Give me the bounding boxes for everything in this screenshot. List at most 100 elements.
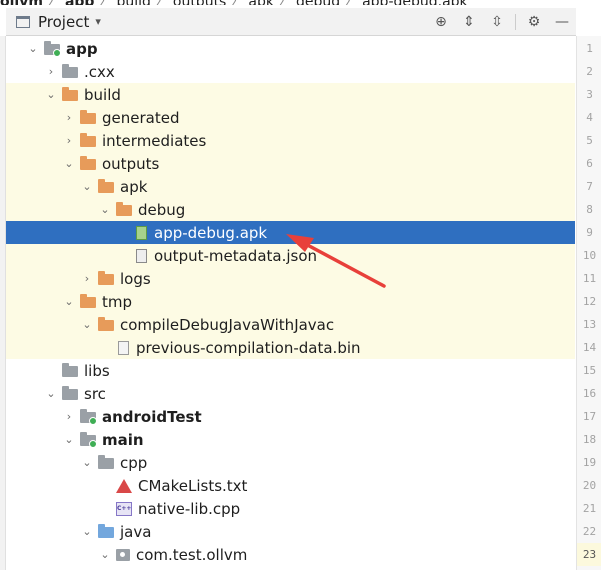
line-number: 17	[582, 410, 597, 423]
tree-row[interactable]: CMakeLists.txt	[6, 474, 575, 497]
tree-item-label: java	[120, 522, 152, 541]
breadcrumb-item[interactable]: app	[65, 0, 95, 5]
breadcrumb-item[interactable]: outputs	[173, 0, 226, 5]
chevron-down-icon[interactable]: ▾	[95, 15, 101, 28]
breadcrumb-separator: 〉	[278, 0, 292, 5]
breadcrumb-item[interactable]: app-debug.apk	[362, 0, 468, 5]
line-number: 21	[582, 502, 597, 515]
line-number: 3	[586, 88, 593, 101]
chevron-down-icon[interactable]: ⌄	[98, 203, 112, 216]
chevron-down-icon[interactable]: ⌄	[44, 387, 58, 400]
line-number: 4	[586, 111, 593, 124]
line-number: 14	[582, 341, 597, 354]
folder-icon	[62, 386, 78, 400]
chevron-right-icon[interactable]: ›	[44, 65, 58, 78]
breadcrumb-separator: 〉	[98, 0, 112, 5]
tree-row[interactable]: ⌄ apk	[6, 175, 575, 198]
excluded-folder-icon	[80, 294, 96, 308]
tree-row[interactable]: ⌄ main	[6, 428, 575, 451]
line-number: 8	[586, 203, 593, 216]
package-icon	[116, 548, 130, 561]
chevron-down-icon[interactable]: ⌄	[62, 433, 76, 446]
line-number: 9	[586, 226, 593, 239]
tree-row[interactable]: app-debug.apk	[6, 221, 575, 244]
folder-icon	[98, 455, 114, 469]
chevron-right-icon[interactable]: ›	[62, 134, 76, 147]
tree-row[interactable]: ⌄ tmp	[6, 290, 575, 313]
tree-row[interactable]: libs	[6, 359, 575, 382]
tree-item-label: debug	[138, 200, 186, 219]
tree-item-label: main	[102, 430, 144, 449]
line-number: 20	[582, 479, 597, 492]
tree-row[interactable]: › intermediates	[6, 129, 575, 152]
cpp-file-icon: C++	[116, 501, 132, 516]
excluded-folder-icon	[98, 317, 114, 331]
json-file-icon	[136, 248, 147, 263]
line-number: 22	[582, 525, 597, 538]
chevron-down-icon[interactable]: ⌄	[80, 456, 94, 469]
chevron-down-icon[interactable]: ⌄	[26, 42, 40, 55]
chevron-down-icon[interactable]: ⌄	[44, 88, 58, 101]
tree-row[interactable]: ⌄ src	[6, 382, 575, 405]
line-number: 11	[582, 272, 597, 285]
cmake-icon	[116, 478, 132, 493]
chevron-right-icon[interactable]: ›	[80, 272, 94, 285]
tree-item-label: tmp	[102, 292, 133, 311]
tree-row[interactable]: › .cxx	[6, 60, 575, 83]
tree-row[interactable]: › generated	[6, 106, 575, 129]
chevron-down-icon[interactable]: ⌄	[80, 180, 94, 193]
chevron-right-icon[interactable]: ›	[62, 410, 76, 423]
tree-row[interactable]: ⌄ debug	[6, 198, 575, 221]
line-number: 13	[582, 318, 597, 331]
tree-row[interactable]: previous-compilation-data.bin	[6, 336, 575, 359]
tree-row[interactable]: ⌄ cpp	[6, 451, 575, 474]
breadcrumb-separator: 〉	[47, 0, 61, 5]
crosshair-icon[interactable]: ⊕	[427, 14, 455, 30]
excluded-folder-icon	[116, 202, 132, 216]
line-number: 23	[577, 543, 601, 566]
project-view-title[interactable]: Project	[38, 13, 89, 31]
tree-row[interactable]: ⌄ outputs	[6, 152, 575, 175]
tree-row[interactable]: ⌄ build	[6, 83, 575, 106]
gear-icon[interactable]: ⚙	[520, 14, 548, 30]
tree-item-label: output-metadata.json	[154, 246, 318, 265]
breadcrumb-item[interactable]: build	[116, 0, 150, 5]
tree-row[interactable]: C++ native-lib.cpp	[6, 497, 575, 520]
tree-row[interactable]: ⌄ java	[6, 520, 575, 543]
minimize-icon[interactable]: —	[548, 14, 576, 30]
breadcrumb-item[interactable]: ollvm	[0, 0, 43, 5]
line-number: 24	[577, 566, 601, 570]
line-number: 19	[582, 456, 597, 469]
unknown-file-icon	[118, 340, 129, 355]
source-folder-icon	[80, 432, 97, 448]
tree-item-label: build	[84, 85, 121, 104]
tree-row[interactable]: ⌄ app	[6, 37, 575, 60]
line-number: 7	[586, 180, 593, 193]
expand-all-icon[interactable]: ⇕	[455, 14, 483, 30]
tree-row[interactable]: output-metadata.json	[6, 244, 575, 267]
excluded-folder-icon	[80, 156, 96, 170]
project-icon	[16, 15, 30, 28]
apk-file-icon	[136, 225, 147, 240]
chevron-down-icon[interactable]: ⌄	[62, 157, 76, 170]
chevron-down-icon[interactable]: ⌄	[80, 525, 94, 538]
collapse-all-icon[interactable]: ⇳	[483, 14, 511, 30]
tree-row[interactable]: › androidTest	[6, 405, 575, 428]
tree-row[interactable]: ⌄ compileDebugJavaWithJavac	[6, 313, 575, 336]
line-number: 10	[582, 249, 597, 262]
breadcrumb-item[interactable]: apk	[248, 0, 274, 5]
line-number: 15	[582, 364, 597, 377]
breadcrumb-item[interactable]: debug	[296, 0, 340, 5]
breadcrumb-separator: 〉	[230, 0, 244, 5]
tree-row[interactable]: ⌄ com.test.ollvm	[6, 543, 575, 566]
chevron-down-icon[interactable]: ⌄	[98, 548, 112, 561]
project-tool-window-header: Project ▾ ⊕ ⇕ ⇳ ⚙ —	[6, 8, 576, 36]
tree-item-label: .cxx	[84, 62, 115, 81]
chevron-down-icon[interactable]: ⌄	[62, 295, 76, 308]
excluded-folder-icon	[98, 271, 114, 285]
chevron-right-icon[interactable]: ›	[62, 111, 76, 124]
line-number-gutter: 123456789101112131415161718192021222324	[576, 36, 601, 570]
tree-item-label: native-lib.cpp	[138, 499, 241, 518]
tree-row[interactable]: › logs	[6, 267, 575, 290]
chevron-down-icon[interactable]: ⌄	[80, 318, 94, 331]
